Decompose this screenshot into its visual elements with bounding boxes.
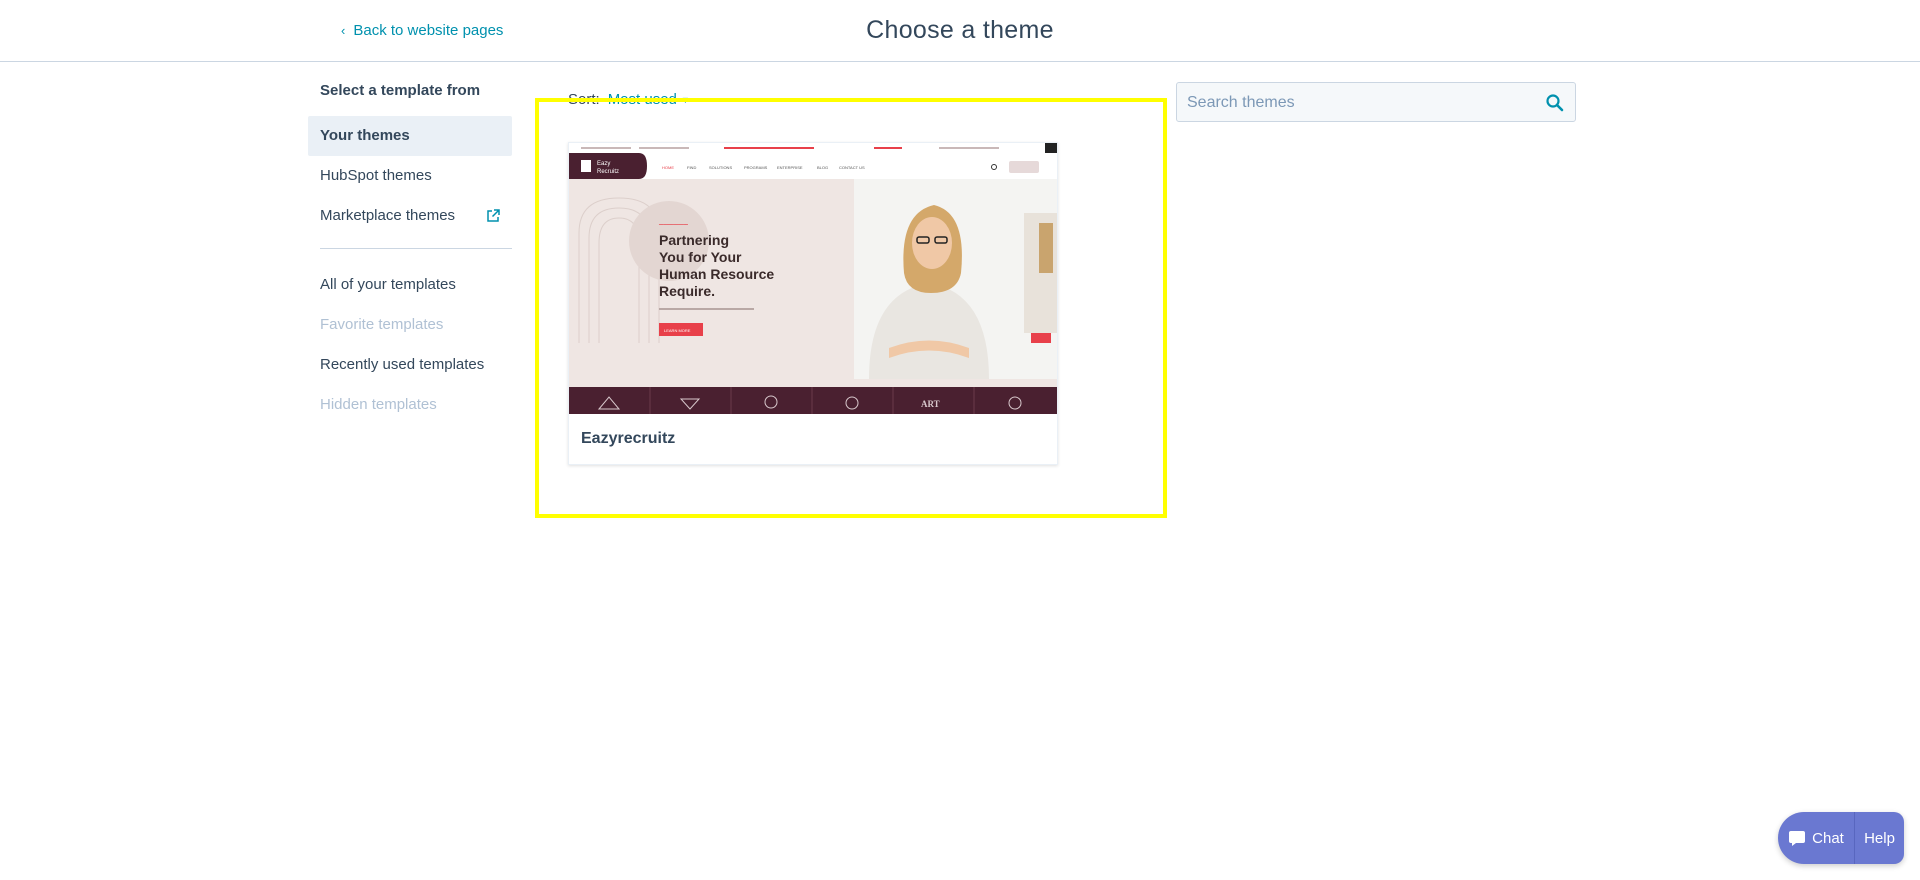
chat-bubble-icon: [1789, 830, 1806, 846]
sidebar-item-label: Favorite templates: [320, 316, 444, 333]
page-title: Choose a theme: [866, 16, 1054, 44]
sidebar-item-label: All of your templates: [320, 276, 456, 293]
chat-help-widget: Chat Help: [1778, 812, 1904, 864]
sidebar-item-label: Recently used templates: [320, 356, 485, 373]
preview-headline-line: Require.: [659, 283, 715, 299]
preview-headline-line: Partnering: [659, 232, 729, 248]
preview-nav-item: PROGRAMS: [744, 165, 768, 170]
svg-text:━━━━━━━━━━━━: ━━━━━━━━━━━━: [658, 222, 688, 227]
theme-preview-image: Eazy Recruitz HOME FIND SOLUTIONS PROGRA…: [569, 143, 1057, 414]
chat-label: Chat: [1812, 829, 1844, 847]
theme-name: Eazyrecruitz: [581, 430, 676, 447]
preview-nav-item: CONTACT US: [839, 165, 865, 170]
sidebar-item-favorite-templates: Favorite templates: [308, 305, 512, 345]
sidebar-item-marketplace-themes[interactable]: Marketplace themes: [308, 196, 512, 236]
search-themes-input[interactable]: [1177, 83, 1539, 123]
sidebar-divider: [320, 248, 512, 249]
sort-control: Sort: Most used ▼: [568, 91, 690, 108]
sort-dropdown[interactable]: Most used ▼: [608, 91, 690, 108]
template-source-sidebar: Select a template from Your themes HubSp…: [308, 80, 512, 425]
sidebar-item-label: Marketplace themes: [320, 207, 456, 224]
preview-headline-line: Human Resource: [659, 266, 774, 282]
preview-brand-line2: Recruitz: [597, 169, 619, 175]
preview-headline-line: You for Your: [659, 249, 742, 265]
sidebar-item-all-templates[interactable]: All of your templates: [308, 265, 512, 305]
sort-value: Most used: [607, 91, 677, 108]
sidebar-item-hidden-templates: Hidden templates: [308, 385, 512, 425]
preview-partner-logo: ART: [921, 399, 940, 409]
external-link-icon: [487, 209, 500, 222]
theme-card[interactable]: Eazy Recruitz HOME FIND SOLUTIONS PROGRA…: [568, 142, 1058, 465]
preview-brand-line1: Eazy: [597, 161, 610, 167]
caret-down-icon: ▼: [680, 94, 690, 105]
help-label: Help: [1864, 829, 1895, 847]
sidebar-item-label: HubSpot themes: [320, 167, 432, 184]
chat-button[interactable]: Chat: [1778, 812, 1855, 864]
sidebar-heading: Select a template from: [320, 82, 481, 99]
top-header: ‹ Back to website pages Choose a theme: [0, 0, 1920, 62]
sort-label: Sort:: [568, 91, 600, 108]
sidebar-item-recently-used-templates[interactable]: Recently used templates: [308, 345, 512, 385]
search-icon[interactable]: [1545, 93, 1565, 113]
preview-nav-item: BLOG: [817, 165, 828, 170]
search-themes-box[interactable]: [1176, 82, 1576, 123]
preview-nav-item: FIND: [687, 165, 696, 170]
theme-preview-thumbnail: Eazy Recruitz HOME FIND SOLUTIONS PROGRA…: [569, 143, 1057, 414]
preview-nav-item: SOLUTIONS: [709, 165, 732, 170]
preview-nav-item: ENTERPRISE: [777, 165, 803, 170]
sidebar-item-label: Hidden templates: [320, 396, 437, 413]
sidebar-item-label: Your themes: [320, 127, 410, 144]
preview-cta: LEARN MORE: [664, 328, 691, 333]
sidebar-item-your-themes[interactable]: Your themes: [308, 116, 512, 156]
help-button[interactable]: Help: [1855, 812, 1904, 864]
sidebar-item-hubspot-themes[interactable]: HubSpot themes: [308, 156, 512, 196]
preview-nav-item: HOME: [662, 165, 674, 170]
